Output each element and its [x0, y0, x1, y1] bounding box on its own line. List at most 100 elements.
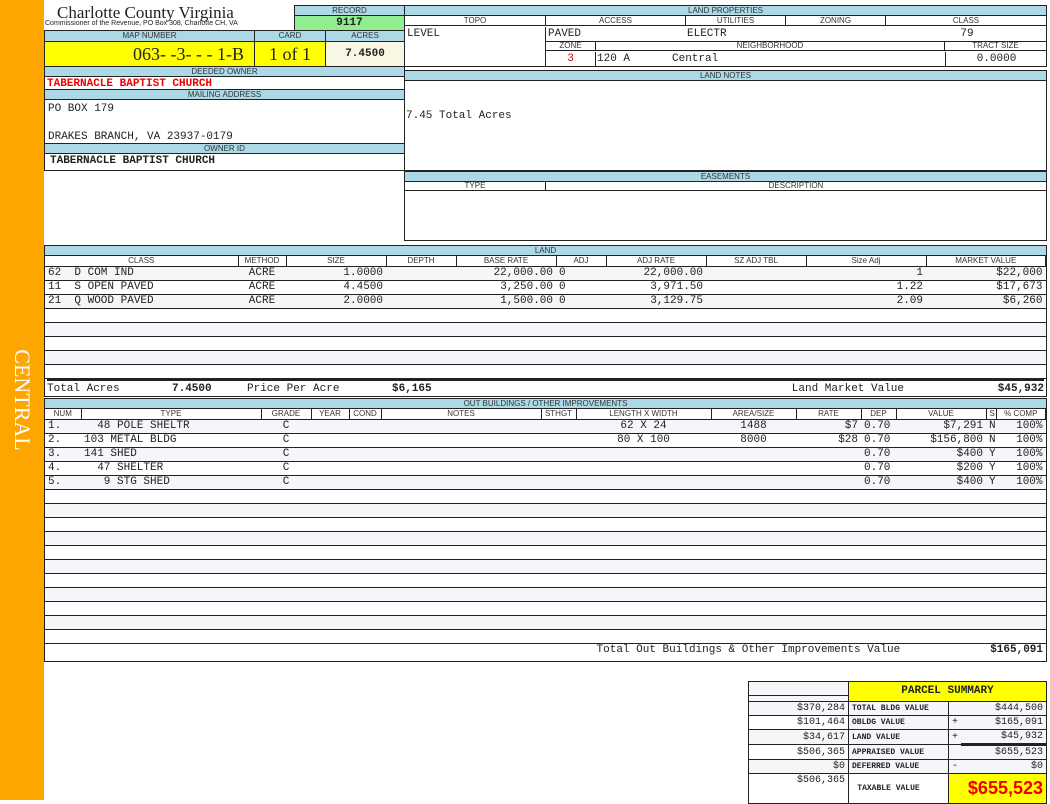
table-cell: ACRE [238, 280, 286, 295]
table-cell [311, 419, 349, 434]
table-cell: 0.70 [861, 447, 896, 462]
table-cell: 48 POLE SHELTR [81, 419, 261, 434]
table-cell [861, 545, 896, 560]
table-cell: 100% [996, 447, 1046, 462]
table-cell [238, 350, 286, 365]
table-cell [456, 364, 556, 379]
table-cell [349, 475, 381, 490]
table-cell: 3. [45, 447, 81, 462]
table-cell: C [261, 419, 311, 434]
class-label: CLASS [952, 16, 980, 25]
empty-row [45, 559, 1046, 574]
outbuildings-total: $165,091 [990, 644, 1043, 656]
table-cell: Y [986, 461, 996, 476]
table-cell: 22,000.00 [456, 266, 556, 281]
table-cell [576, 615, 711, 630]
record-label: RECORD [295, 6, 404, 16]
table-cell [311, 433, 349, 448]
neighborhood-name: Central [672, 53, 719, 65]
table-cell: $17,673 [926, 280, 1046, 295]
table-cell [986, 489, 996, 504]
table-cell [349, 447, 381, 462]
table-cell [238, 308, 286, 323]
table-cell [576, 573, 711, 588]
table-cell: C [261, 433, 311, 448]
column-header: GRADE [261, 409, 312, 420]
table-cell [861, 503, 896, 518]
table-cell [861, 517, 896, 532]
table-cell [349, 433, 381, 448]
empty-row [45, 503, 1046, 518]
map-number: 063- -3- - - 1-B [45, 42, 255, 66]
price-per-acre: $6,165 [392, 383, 432, 395]
price-per-acre-label: Price Per Acre [247, 383, 340, 395]
table-cell [81, 489, 261, 504]
table-cell [381, 503, 541, 518]
table-cell [796, 461, 861, 476]
table-cell [996, 601, 1046, 616]
table-cell [81, 503, 261, 518]
column-header: CLASS [45, 256, 239, 267]
table-cell [711, 545, 796, 560]
land-properties-title: LAND PROPERTIES [405, 6, 1046, 16]
column-header: COND [349, 409, 382, 420]
table-cell [606, 336, 706, 351]
table-cell [311, 573, 349, 588]
table-cell [238, 322, 286, 337]
table-cell [311, 531, 349, 546]
table-cell: C [261, 447, 311, 462]
table-cell [606, 322, 706, 337]
table-cell [45, 545, 81, 560]
table-cell [311, 629, 349, 644]
summary-row: $506,365 APPRAISED VALUE $655,523 [748, 743, 1047, 760]
taxable-label: TAXABLE VALUE [848, 773, 949, 804]
empty-row [45, 545, 1046, 560]
total-acres-label: Total Acres [47, 383, 120, 395]
table-cell [986, 531, 996, 546]
table-cell [576, 629, 711, 644]
table-cell [261, 531, 311, 546]
table-row: 11 S OPEN PAVED ACRE 4.4500 3,250.00 0 3,971.… [45, 280, 1046, 295]
empty-row [45, 573, 1046, 588]
card-label: CARD [255, 31, 326, 41]
table-cell [261, 573, 311, 588]
parcel-summary: PARCEL SUMMARY $370,284 TOTAL BLDG VALUE $… [748, 681, 1047, 804]
table-cell: $156,800 [896, 433, 986, 448]
table-cell [896, 601, 986, 616]
column-header-row: CLASS METHOD SIZE DEPTH BASE RATE ADJ ADJ RATE… [45, 256, 1046, 267]
table-cell [711, 629, 796, 644]
table-cell: 62 X 24 [576, 419, 711, 434]
table-cell [806, 308, 926, 323]
zone-label: ZONE [546, 42, 596, 50]
table-cell: N [986, 419, 996, 434]
table-cell [81, 601, 261, 616]
table-cell [386, 364, 456, 379]
operator [948, 744, 961, 760]
address-line-2: DRAKES BRANCH, VA 23937-0179 [48, 131, 233, 143]
summary-row: $101,464 OBLDG VALUE + $165,091 [748, 715, 1047, 730]
column-header: ADJ [556, 256, 607, 267]
table-cell [711, 559, 796, 574]
table-cell [986, 559, 996, 574]
table-cell [386, 294, 456, 309]
map-number-label: MAP NUMBER [45, 31, 255, 41]
table-cell [311, 447, 349, 462]
table-cell [926, 350, 1046, 365]
column-header: ADJ RATE [606, 256, 707, 267]
table-cell [996, 545, 1046, 560]
table-cell: 22,000.00 [606, 266, 706, 281]
table-cell [606, 350, 706, 365]
table-cell [796, 531, 861, 546]
table-cell: 3,250.00 [456, 280, 556, 295]
table-cell [261, 629, 311, 644]
table-cell [926, 364, 1046, 379]
record-value: 9117 [295, 16, 404, 30]
table-cell [896, 559, 986, 574]
table-cell [861, 531, 896, 546]
table-row: 1. 48 POLE SHELTR C 62 X 24 1488 $7 0.70 $7,29… [45, 419, 1046, 434]
table-cell [706, 266, 806, 281]
table-cell: 100% [996, 419, 1046, 434]
table-cell [706, 322, 806, 337]
neighborhood-code: 120 A [597, 53, 631, 65]
easement-type-label: TYPE [405, 182, 546, 190]
